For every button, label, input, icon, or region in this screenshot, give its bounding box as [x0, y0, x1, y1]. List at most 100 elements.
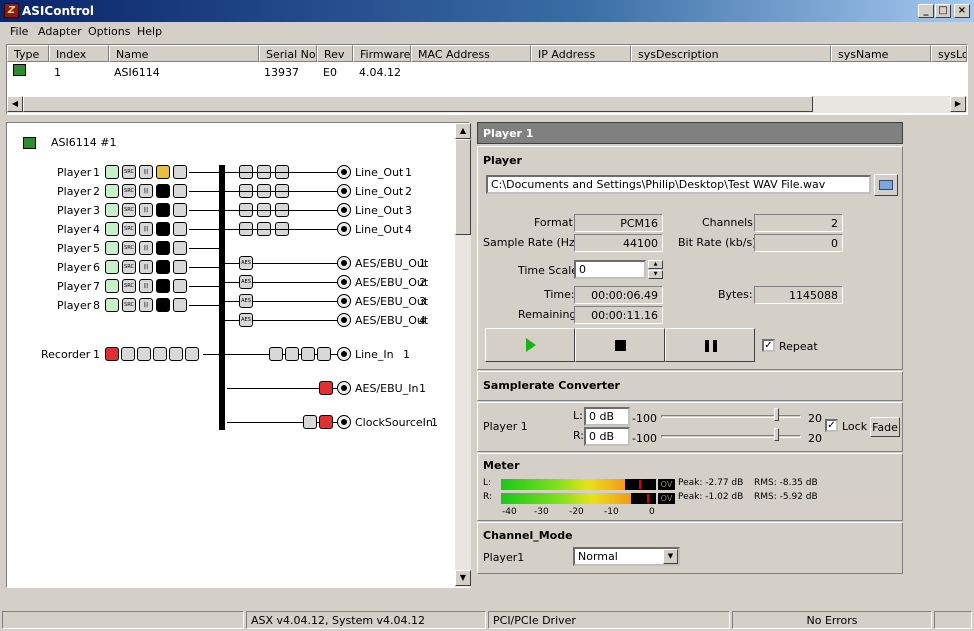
scroll-right-icon[interactable]: ▶	[950, 96, 966, 112]
output-node[interactable]	[337, 275, 351, 289]
output-node[interactable]	[337, 313, 351, 327]
player-src-block[interactable]: SRC	[122, 184, 136, 198]
player-label[interactable]: Player	[57, 185, 91, 198]
clock-block[interactable]	[303, 415, 317, 429]
player-play-block[interactable]	[105, 222, 119, 236]
hscroll-thumb[interactable]	[23, 96, 813, 112]
player-src-block[interactable]: SRC	[122, 241, 136, 255]
open-file-button[interactable]	[874, 174, 898, 196]
line-in-block[interactable]	[301, 347, 315, 361]
recorder-mux2-block[interactable]	[185, 347, 199, 361]
input-node[interactable]	[337, 347, 351, 361]
player-bar-block[interactable]	[173, 279, 187, 293]
size-grip[interactable]	[934, 611, 972, 629]
player-bar-block[interactable]	[173, 184, 187, 198]
player-mix-block[interactable]: |||	[139, 241, 153, 255]
recorder-rec-block[interactable]	[105, 347, 119, 361]
player-mix-block[interactable]: |||	[139, 203, 153, 217]
vscroll-thumb[interactable]	[455, 139, 471, 235]
col-index[interactable]: Index	[49, 45, 109, 62]
player-play-block[interactable]	[105, 279, 119, 293]
line-in-block[interactable]	[317, 347, 331, 361]
gain-r-slider-thumb[interactable]	[774, 428, 779, 441]
aes-encoder-block[interactable]: AES	[239, 275, 253, 289]
scroll-left-icon[interactable]: ◀	[7, 96, 23, 112]
player-mix-block[interactable]: |||	[139, 222, 153, 236]
output-node[interactable]	[337, 222, 351, 236]
col-firmware[interactable]: Firmware	[353, 45, 411, 62]
gain-r-input[interactable]: 0 dB	[584, 427, 630, 446]
aes-decoder-block[interactable]	[319, 381, 333, 395]
player-label[interactable]: Player	[57, 204, 91, 217]
player-meter-block[interactable]	[156, 279, 170, 293]
player-mix-block[interactable]: |||	[139, 184, 153, 198]
player-src-block[interactable]: SRC	[122, 165, 136, 179]
timescale-input[interactable]: 0	[574, 260, 646, 279]
output-node[interactable]	[337, 294, 351, 308]
gain-l-slider[interactable]	[661, 415, 801, 418]
player-label[interactable]: Player	[57, 280, 91, 293]
player-play-block[interactable]	[105, 165, 119, 179]
player-src-block[interactable]: SRC	[122, 279, 136, 293]
output-node[interactable]	[337, 184, 351, 198]
gain-l-input[interactable]: 0 dB	[584, 407, 630, 426]
player-mix-block[interactable]: |||	[139, 260, 153, 274]
player-meter-block[interactable]	[156, 184, 170, 198]
player-mix-block[interactable]: |||	[139, 279, 153, 293]
player-bar-block[interactable]	[173, 241, 187, 255]
aes-encoder-block[interactable]: AES	[239, 256, 253, 270]
recorder-meter-block[interactable]	[153, 347, 167, 361]
output-node[interactable]	[337, 203, 351, 217]
gain-l-slider-thumb[interactable]	[774, 408, 779, 421]
output-label[interactable]: Line_Out	[355, 204, 403, 217]
recorder-label[interactable]: Recorder	[41, 348, 90, 361]
routing-vscrollbar[interactable]: ▲ ▼	[455, 123, 471, 587]
output-label[interactable]: AES/EBU_Out	[355, 276, 428, 289]
player-mix-block[interactable]: |||	[139, 165, 153, 179]
splitter[interactable]	[472, 122, 476, 604]
play-button[interactable]	[485, 328, 575, 362]
input-label[interactable]: Line_In	[355, 348, 394, 361]
menu-help[interactable]: Help	[137, 25, 162, 38]
output-label[interactable]: AES/EBU_Out	[355, 295, 428, 308]
player-label[interactable]: Player	[57, 223, 91, 236]
col-serial[interactable]: Serial No.	[259, 45, 317, 62]
menu-file[interactable]: File	[10, 25, 28, 38]
player-play-block[interactable]	[105, 184, 119, 198]
player-src-block[interactable]: SRC	[122, 222, 136, 236]
clock-source-block[interactable]	[319, 415, 333, 429]
spin-down-icon[interactable]: ▼	[648, 270, 663, 279]
player-meter-block[interactable]	[156, 260, 170, 274]
player-src-block[interactable]: SRC	[122, 260, 136, 274]
col-syslocation[interactable]: sysLo	[931, 45, 967, 62]
output-label[interactable]: Line_Out	[355, 223, 403, 236]
player-bar-block[interactable]	[173, 165, 187, 179]
repeat-checkbox[interactable]: ✓	[762, 339, 775, 352]
input-label[interactable]: AES/EBU_In	[355, 382, 418, 395]
menu-adapter[interactable]: Adapter	[38, 25, 82, 38]
player-play-block[interactable]	[105, 298, 119, 312]
player-bar-block[interactable]	[173, 203, 187, 217]
aes-encoder-block[interactable]: AES	[239, 313, 253, 327]
minimize-button[interactable]: _	[918, 4, 934, 18]
player-label[interactable]: Player	[57, 299, 91, 312]
player-bar-block[interactable]	[173, 222, 187, 236]
input-label[interactable]: ClockSourceIn	[355, 416, 433, 429]
stop-button[interactable]	[575, 328, 665, 362]
maximize-button[interactable]: □	[935, 4, 951, 18]
player-play-block[interactable]	[105, 241, 119, 255]
player-play-block[interactable]	[105, 260, 119, 274]
recorder-src-block[interactable]	[121, 347, 135, 361]
player-meter-block[interactable]	[156, 222, 170, 236]
player-meter-block[interactable]	[156, 203, 170, 217]
player-meter-block[interactable]	[156, 165, 170, 179]
line-in-block[interactable]	[269, 347, 283, 361]
recorder-mux-block[interactable]	[137, 347, 151, 361]
player-label[interactable]: Player	[57, 261, 91, 274]
lock-checkbox[interactable]: ✓	[825, 419, 838, 432]
col-mac[interactable]: MAC Address	[411, 45, 531, 62]
input-node[interactable]	[337, 381, 351, 395]
col-ip[interactable]: IP Address	[531, 45, 631, 62]
recorder-bar-block[interactable]	[169, 347, 183, 361]
player-mix-block[interactable]: |||	[139, 298, 153, 312]
